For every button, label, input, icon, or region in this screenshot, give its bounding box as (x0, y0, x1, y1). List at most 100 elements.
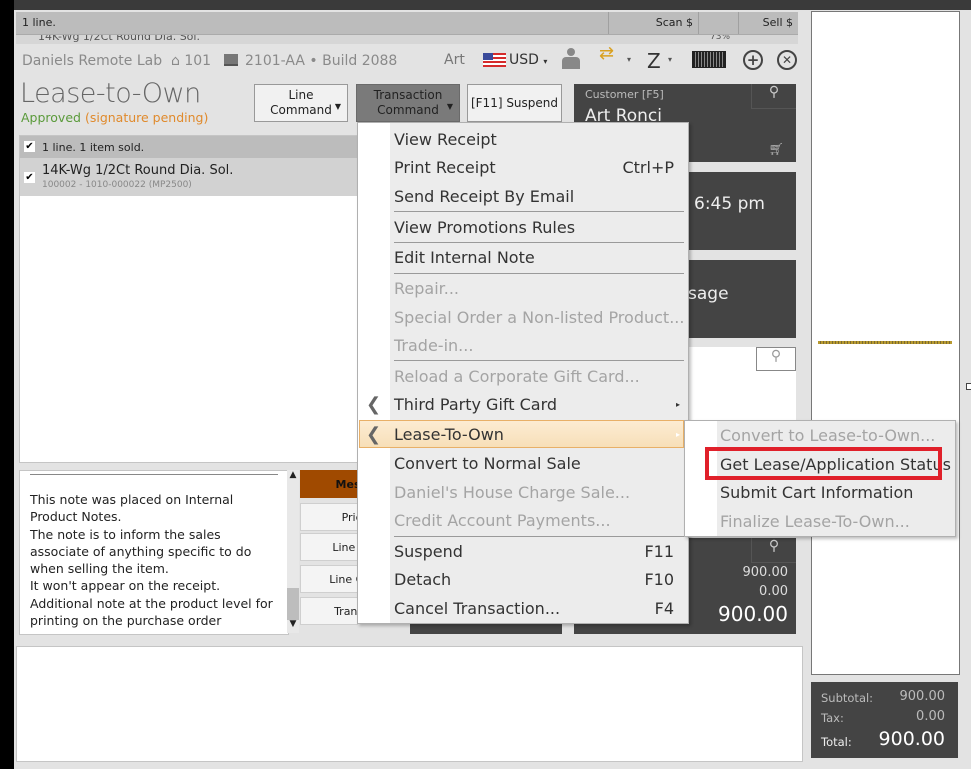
submenu-arrow-icon: ▸ (675, 400, 680, 409)
submenu-arrow-icon: ▸ (675, 430, 680, 439)
chevron-down-icon: ▾ (543, 57, 548, 66)
menu-item-cancel-transaction[interactable]: Cancel Transaction... F4 (394, 599, 684, 618)
menu-separator (394, 360, 684, 361)
keyboard-icon[interactable] (692, 51, 726, 68)
message-text: sage (688, 284, 729, 304)
note-line: The note is to inform the sales associat… (30, 526, 252, 577)
message-button[interactable]: Messa (300, 470, 358, 498)
customer-label: Customer [F5] (585, 88, 664, 101)
menu-item-print-receipt[interactable]: Print Receipt Ctrl+P (394, 158, 684, 177)
time-value: 6:45 pm (694, 194, 765, 214)
transaction-side-button[interactable]: Transac (300, 597, 358, 625)
item-checkbox[interactable]: ✔ (24, 172, 35, 183)
transaction-command-menu: View Receipt Print Receipt Ctrl+P Send Re… (357, 122, 689, 624)
resize-handle[interactable] (966, 383, 971, 390)
submenu-item-submit-cart[interactable]: Submit Cart Information (720, 483, 950, 502)
close-icon[interactable]: ✕ (777, 50, 797, 70)
chevron-down-icon: ▾ (627, 55, 632, 64)
menu-item-detach[interactable]: Detach F10 (394, 570, 684, 589)
side-buttons: Messa Price Line Cor Line Com Transac (300, 470, 358, 630)
menu-separator (394, 273, 684, 274)
line-command-side-button[interactable]: Line Cor (300, 533, 358, 561)
submenu-item-convert-lease[interactable]: Convert to Lease-to-Own... (720, 426, 950, 445)
line-command-side-button-2[interactable]: Line Com (300, 565, 358, 593)
background-row-pct: 73% (710, 35, 731, 42)
scroll-down-icon[interactable]: ▼ (287, 619, 299, 633)
panel-subtotal: 900.00 (742, 565, 789, 580)
panel-total: 900.00 (718, 602, 788, 626)
item-sku: 100002 - 1010-000022 (MP2500) (42, 180, 192, 190)
menu-item-view-promotions[interactable]: View Promotions Rules (394, 218, 684, 237)
menu-label: Finalize Lease-To-Own... (720, 512, 910, 531)
subtotal-label: Subtotal: (821, 691, 874, 705)
search-icon[interactable]: ⚲ (756, 347, 796, 371)
menu-item-suspend[interactable]: Suspend F11 (394, 542, 684, 561)
menu-item-lease-to-own[interactable]: Lease-To-Own ▸ (394, 425, 684, 444)
menu-item-third-party-gift-card[interactable]: Third Party Gift Card ▸ (394, 395, 684, 414)
menu-label: Suspend (394, 542, 463, 561)
menu-label: Convert to Normal Sale (394, 454, 581, 473)
scroll-up-icon[interactable]: ▲ (287, 470, 299, 484)
menu-item-view-receipt[interactable]: View Receipt (394, 130, 684, 149)
menu-separator (394, 242, 684, 243)
menu-label: Daniel's House Charge Sale... (394, 483, 631, 502)
user-icon[interactable] (562, 48, 580, 70)
menu-item-special-order[interactable]: Special Order a Non-listed Product... (394, 308, 684, 327)
subtotal-value: 900.00 (899, 689, 946, 704)
store-name: Daniels Remote Lab (22, 53, 163, 69)
menu-shortcut: F11 (644, 542, 674, 561)
chevron-down-icon: ▾ (668, 55, 673, 64)
chevron-down-icon: ▼ (334, 102, 341, 111)
cart-icon[interactable]: 🛒︎ (769, 142, 784, 156)
menu-item-convert-normal-sale[interactable]: Convert to Normal Sale (394, 454, 684, 473)
currency-selector[interactable]: USD ▾ (509, 52, 547, 68)
menu-label: Third Party Gift Card (394, 395, 558, 414)
left-edge (0, 0, 14, 769)
user-name: Art (444, 52, 465, 68)
chevron-left-icon: ❮ (366, 394, 382, 415)
transaction-command-label-2: Command (377, 103, 439, 117)
menu-item-repair[interactable]: Repair... (394, 279, 684, 298)
customer-search-icon[interactable]: ⚲ (751, 84, 796, 109)
transaction-command-label-1: Transaction (373, 88, 443, 102)
menu-separator (394, 211, 684, 212)
menu-item-reload-gift-card[interactable]: Reload a Corporate Gift Card... (394, 367, 684, 386)
suspend-button[interactable]: [F11] Suspend (467, 84, 562, 122)
transaction-search-icon[interactable]: ⚲ (751, 538, 796, 563)
bottom-panel (16, 646, 803, 762)
scroll-thumb[interactable] (287, 588, 299, 620)
z-report-icon[interactable]: Z (647, 49, 661, 73)
home-icon: ⌂ (166, 53, 180, 69)
bullet: • (309, 53, 323, 69)
list-header: ✔ 1 line. 1 item sold. (20, 136, 358, 158)
transaction-line-list: ✔ 1 line. 1 item sold. ✔ 14K-Wg 1/2Ct Ro… (19, 135, 359, 463)
background-list-header: 1 line. Scan $ Sell $ (16, 12, 798, 35)
menu-item-send-receipt-email[interactable]: Send Receipt By Email (394, 187, 684, 206)
tax-label: Tax: (821, 711, 844, 725)
menu-item-credit-payments[interactable]: Credit Account Payments... (394, 511, 684, 530)
transaction-command-button[interactable]: Transaction Command ▼ (356, 84, 460, 122)
menu-label: View Promotions Rules (394, 218, 576, 237)
list-item[interactable]: ✔ 14K-Wg 1/2Ct Round Dia. Sol. 100002 - … (20, 158, 358, 196)
note-line: It won't appear on the receipt. (30, 578, 221, 594)
product-image (818, 341, 952, 344)
note-scrollbar[interactable]: ▲ ▼ (287, 470, 299, 633)
menu-item-trade-in[interactable]: Trade-in... (394, 336, 684, 355)
menu-label: Convert to Lease-to-Own... (720, 426, 936, 445)
menu-label: Edit Internal Note (394, 248, 535, 267)
submenu-item-finalize-lease[interactable]: Finalize Lease-To-Own... (720, 512, 950, 531)
laptop-icon (223, 54, 238, 66)
select-all-checkbox[interactable]: ✔ (24, 141, 35, 152)
chevron-left-icon: ❮ (366, 424, 382, 445)
menu-label: Lease-To-Own (394, 425, 504, 444)
line-command-button[interactable]: Line Command ▼ (254, 84, 348, 122)
total-label: Total: (821, 735, 852, 749)
menu-gutter (358, 123, 390, 623)
menu-item-edit-internal-note[interactable]: Edit Internal Note (394, 248, 684, 267)
menu-shortcut: Ctrl+P (622, 158, 674, 177)
transfer-icon[interactable]: ⇄ (599, 45, 614, 63)
add-icon[interactable]: + (743, 50, 763, 70)
menu-separator (394, 536, 684, 537)
menu-item-house-charge[interactable]: Daniel's House Charge Sale... (394, 483, 684, 502)
price-button[interactable]: Price (300, 503, 358, 531)
